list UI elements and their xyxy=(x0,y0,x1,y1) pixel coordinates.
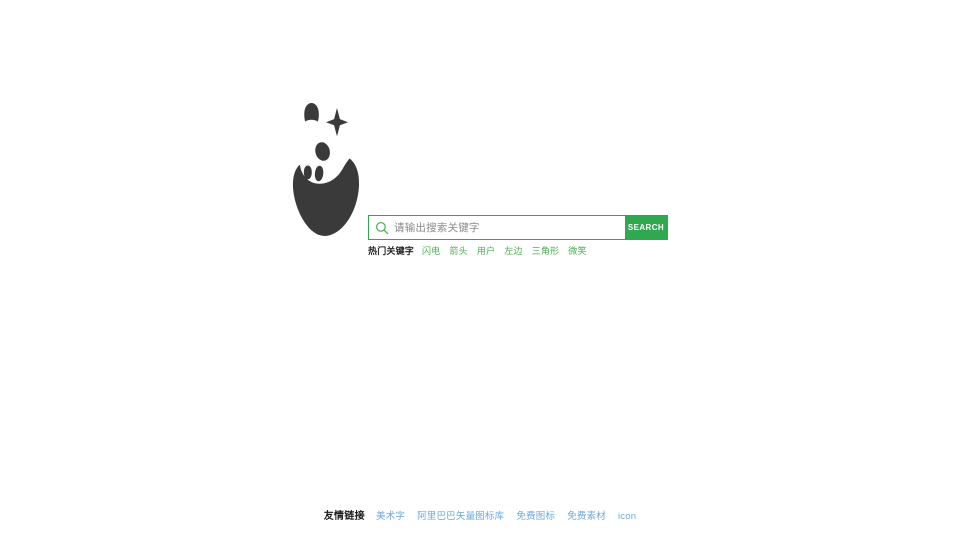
page-root: SEARCH 热门关键字 闪电 箭头 用户 左边 三角形 微笑 友情链接 美术字… xyxy=(0,0,960,540)
hero-section: SEARCH 热门关键字 闪电 箭头 用户 左边 三角形 微笑 xyxy=(0,0,960,300)
footer-link[interactable]: icon xyxy=(618,510,636,524)
footer-links: 友情链接 美术字 阿里巴巴矢量图标库 免费图标 免费素材 icon xyxy=(0,510,960,528)
footer-link[interactable]: 美术字 xyxy=(376,510,405,524)
footer-link[interactable]: 阿里巴巴矢量图标库 xyxy=(417,510,504,524)
search-bar: SEARCH xyxy=(368,215,668,240)
hot-keyword-link[interactable]: 三角形 xyxy=(532,245,560,257)
search-button[interactable]: SEARCH xyxy=(625,216,667,239)
search-icon xyxy=(375,221,389,235)
search-field xyxy=(369,216,625,239)
hot-keyword-link[interactable]: 微笑 xyxy=(568,245,586,257)
hot-keywords: 热门关键字 闪电 箭头 用户 左边 三角形 微笑 xyxy=(368,245,587,257)
footer-label: 友情链接 xyxy=(323,511,365,522)
mascot-blob-logo xyxy=(290,92,362,240)
hot-keyword-link[interactable]: 用户 xyxy=(477,245,495,257)
hot-keyword-link[interactable]: 闪电 xyxy=(422,245,440,257)
search-input[interactable] xyxy=(394,217,625,238)
hot-keyword-link[interactable]: 箭头 xyxy=(449,245,467,257)
footer-link[interactable]: 免费素材 xyxy=(567,510,606,524)
hot-keyword-link[interactable]: 左边 xyxy=(504,245,522,257)
footer-link[interactable]: 免费图标 xyxy=(516,510,555,524)
hot-keywords-label: 热门关键字 xyxy=(368,246,415,256)
